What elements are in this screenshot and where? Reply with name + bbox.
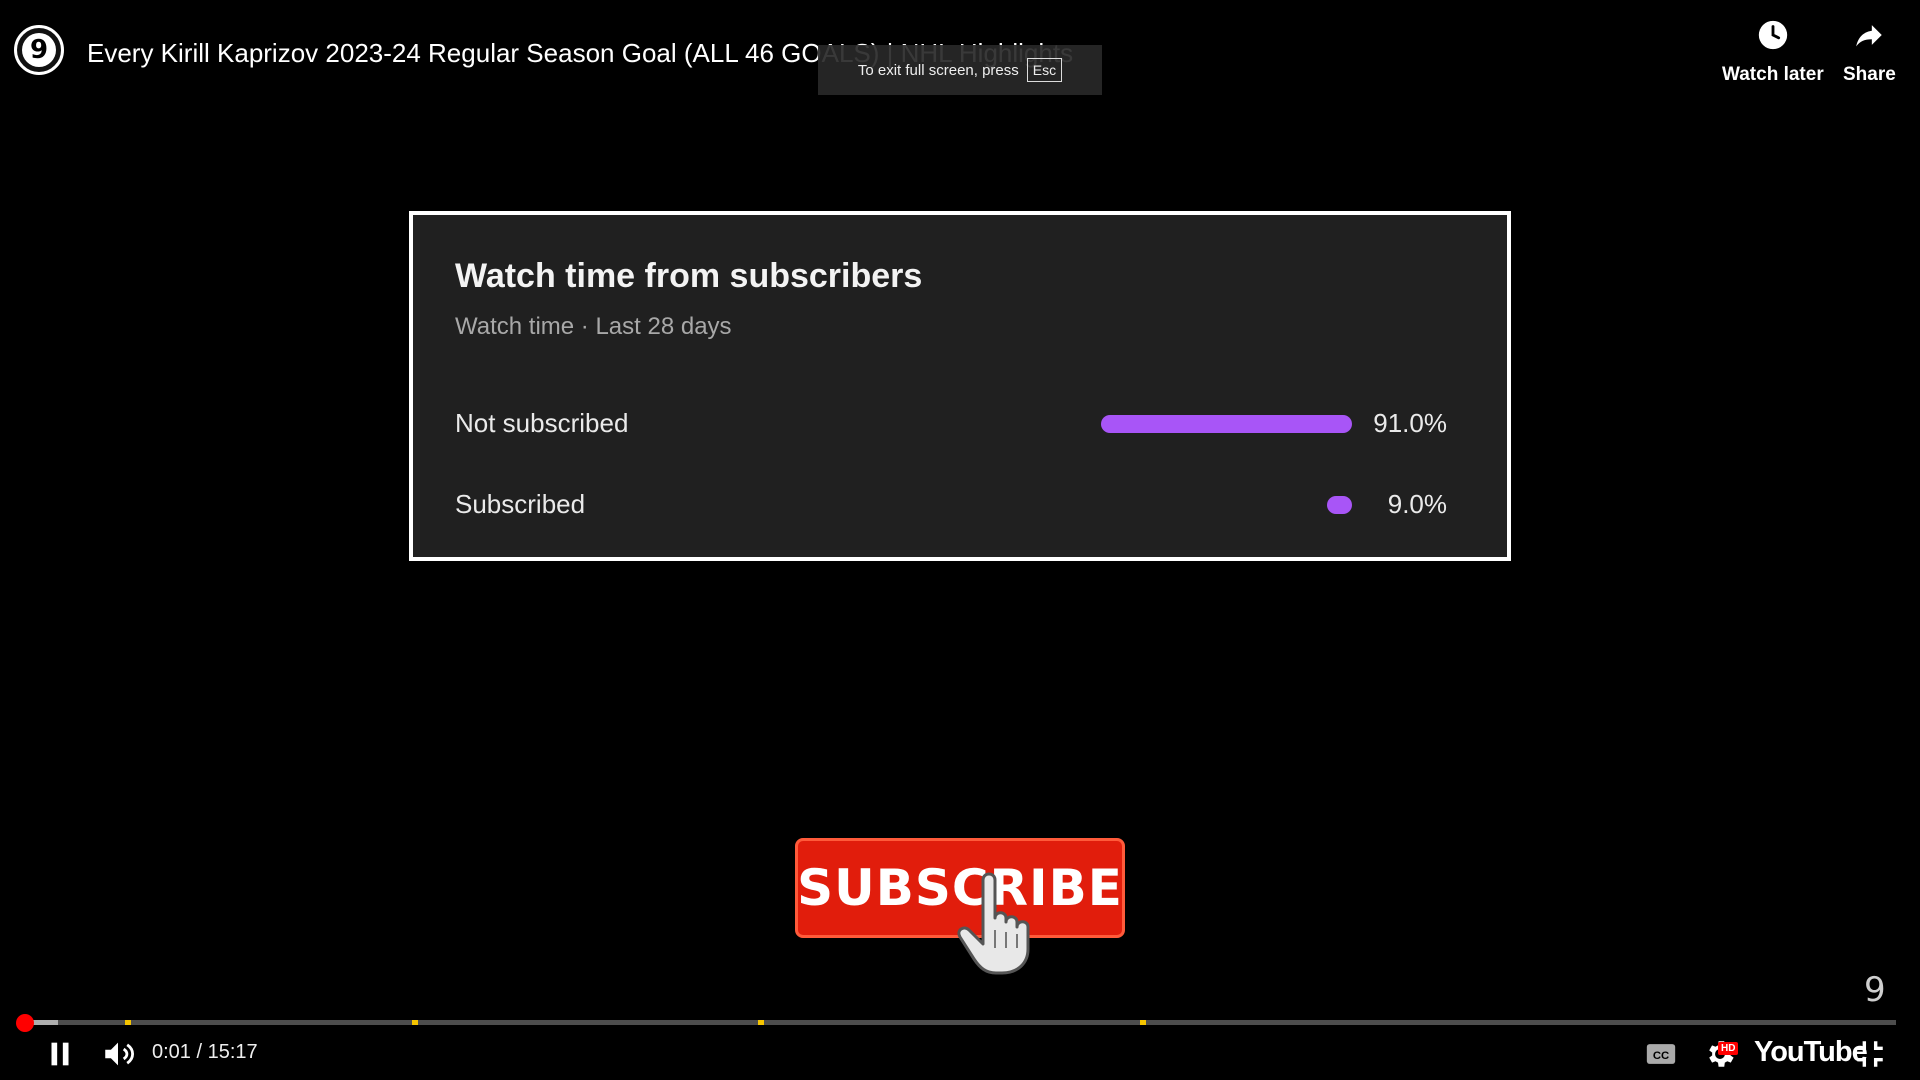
watch-later-button[interactable]: Watch later — [1722, 18, 1824, 86]
hd-badge: HD — [1718, 1042, 1739, 1055]
fullscreen-toast-text: To exit full screen, press — [857, 61, 1019, 79]
channel-avatar[interactable]: 9 — [14, 25, 64, 75]
chapter-marker — [411, 1020, 418, 1025]
exit-fullscreen-button[interactable] — [1850, 1036, 1890, 1072]
bar-fill-not-subscribed — [1101, 415, 1352, 433]
chapter-marker — [757, 1020, 764, 1025]
time-display: 0:01 / 15:17 — [152, 1041, 258, 1063]
exit-fullscreen-icon — [1857, 1041, 1883, 1067]
pause-button[interactable] — [40, 1036, 80, 1072]
fullscreen-exit-toast: To exit full screen, press Esc — [818, 45, 1102, 95]
clock-icon — [1756, 18, 1790, 58]
volume-icon — [105, 1042, 135, 1066]
mute-button[interactable] — [98, 1036, 138, 1072]
channel-avatar-logo: 9 — [22, 33, 56, 67]
row-label-not-subscribed: Not subscribed — [455, 408, 629, 438]
bar-track-not-subscribed — [1076, 415, 1352, 433]
bar-track-subscribed — [1076, 496, 1352, 514]
row-value-not-subscribed: 91.0% — [1373, 408, 1447, 438]
progress-scrubber-handle[interactable] — [16, 1014, 34, 1032]
chapter-marker — [1139, 1020, 1146, 1025]
share-button[interactable]: Share — [1843, 18, 1896, 86]
card-subtitle: Watch time · Last 28 days — [455, 313, 732, 340]
row-value-subscribed: 9.0% — [1387, 489, 1447, 519]
share-label: Share — [1843, 64, 1896, 85]
progress-bar[interactable] — [24, 1020, 1896, 1025]
card-title: Watch time from subscribers — [455, 257, 923, 295]
analytics-card: Watch time from subscribers Watch time ·… — [409, 211, 1511, 561]
chapter-marker — [125, 1020, 132, 1025]
captions-button[interactable]: CC — [1641, 1036, 1681, 1072]
share-arrow-icon — [1852, 18, 1886, 58]
esc-key-hint: Esc — [1026, 58, 1063, 82]
watch-later-label: Watch later — [1722, 64, 1824, 85]
captions-icon: CC — [1646, 1044, 1676, 1064]
row-label-subscribed: Subscribed — [455, 489, 586, 519]
svg-text:CC: CC — [1653, 1050, 1669, 1062]
channel-watermark[interactable]: 9 — [1864, 970, 1886, 1010]
pause-icon — [51, 1042, 69, 1066]
hand-cursor-icon — [957, 872, 1030, 975]
